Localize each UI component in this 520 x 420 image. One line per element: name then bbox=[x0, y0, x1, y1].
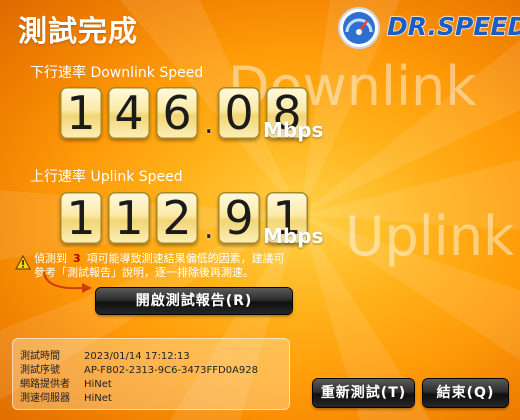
info-row-server: 測速伺服器 HiNet bbox=[20, 389, 112, 404]
page-title: 測試完成 bbox=[18, 14, 139, 48]
info-value: HiNet bbox=[84, 393, 112, 404]
download-digit: 4 bbox=[108, 87, 150, 139]
download-digit: 0 bbox=[218, 87, 260, 139]
download-unit: Mbps bbox=[263, 118, 324, 142]
speedtest-result-window: 測試完成 DR.SPEED Downlink Uplink 下行速率 Downl… bbox=[0, 0, 520, 420]
warning-line-1-suffix: 項可能導致測速結果偏低的因素，建議可 bbox=[86, 252, 285, 265]
retest-button[interactable]: 重新測試(T) bbox=[313, 379, 414, 407]
dr-speed-logo: DR.SPEED bbox=[337, 6, 520, 50]
info-label: 測試序號 bbox=[20, 365, 60, 376]
upload-digit: 1 bbox=[108, 192, 150, 244]
upload-digit: 9 bbox=[218, 192, 260, 244]
uplink-watermark: Uplink bbox=[345, 205, 515, 268]
download-decimal-point: . bbox=[204, 106, 214, 141]
upload-decimal-point: . bbox=[204, 211, 214, 246]
test-info-panel: 測試時間 2023/01/14 17:12:13 測試序號 AP-F802-2313… bbox=[12, 338, 290, 410]
info-label: 測速伺服器 bbox=[20, 393, 70, 404]
upload-digit: 2 bbox=[156, 192, 198, 244]
info-label: 網路提供者 bbox=[20, 379, 70, 390]
warning-prefix: 偵測到 bbox=[34, 252, 67, 265]
warning-count: 3 bbox=[73, 252, 81, 265]
logo-text: DR.SPEED bbox=[386, 11, 520, 41]
curved-arrow-icon bbox=[43, 271, 92, 293]
upload-unit: Mbps bbox=[263, 224, 324, 248]
info-row-time: 測試時間 2023/01/14 17:12:13 bbox=[20, 347, 190, 362]
quit-button[interactable]: 結束(Q) bbox=[423, 379, 508, 407]
upload-speed-label: 上行速率 Uplink Speed bbox=[30, 169, 183, 185]
download-speed-label: 下行速率 Downlink Speed bbox=[30, 65, 204, 81]
download-digit: 1 bbox=[60, 87, 102, 139]
open-test-report-button[interactable]: 開啟測試報告(R) bbox=[96, 288, 292, 314]
info-row-serial: 測試序號 AP-F802-2313-9C6-3473FFD0A928 bbox=[20, 361, 258, 376]
speedometer-logo-icon bbox=[338, 7, 380, 49]
info-label: 測試時間 bbox=[20, 351, 60, 362]
upload-digit: 1 bbox=[60, 192, 102, 244]
warning-icon bbox=[15, 255, 31, 270]
warning-line-1: 偵測到 3 項可能導致測速結果偏低的因素，建議可 bbox=[34, 252, 285, 266]
info-row-isp: 網路提供者 HiNet bbox=[20, 375, 112, 390]
download-digit: 6 bbox=[156, 87, 198, 139]
